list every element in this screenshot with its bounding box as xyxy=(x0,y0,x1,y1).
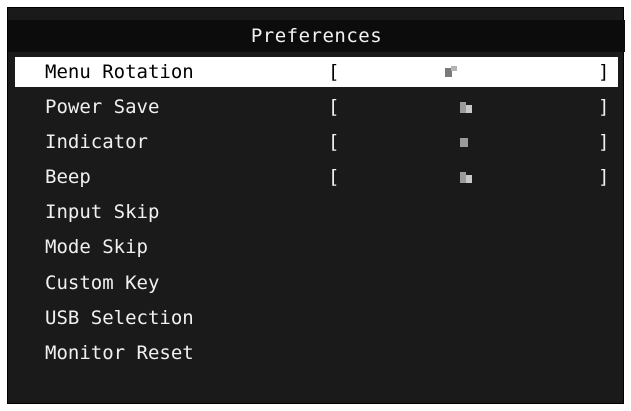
menu-item-label: Input Skip xyxy=(45,201,160,223)
menu-title: Preferences xyxy=(8,20,625,52)
menu-item-label: USB Selection xyxy=(45,307,194,329)
menu-item-label: Beep xyxy=(45,166,91,188)
value-bracket-open: [ xyxy=(328,61,340,83)
menu-item-power-save[interactable]: Power Save [ ] xyxy=(15,92,618,122)
pixelated-status-icon xyxy=(460,171,473,184)
value-bracket-close: ] xyxy=(598,61,610,83)
menu-item-label: Monitor Reset xyxy=(45,342,194,364)
menu-item-custom-key[interactable]: Custom Key xyxy=(15,268,618,298)
menu-item-indicator[interactable]: Indicator [ ] xyxy=(15,127,618,157)
menu-item-monitor-reset[interactable]: Monitor Reset xyxy=(15,338,618,368)
value-bracket-close: ] xyxy=(598,166,610,188)
menu-item-label: Custom Key xyxy=(45,272,160,294)
pixelated-status-icon xyxy=(445,66,458,79)
menu-item-label: Menu Rotation xyxy=(45,61,194,83)
value-bracket-close: ] xyxy=(598,131,610,153)
menu-item-menu-rotation[interactable]: Menu Rotation [ ] xyxy=(15,57,618,87)
menu-item-label: Indicator xyxy=(45,131,148,153)
menu-item-label: Mode Skip xyxy=(45,236,148,258)
pixelated-status-icon xyxy=(460,136,473,149)
pixelated-status-icon xyxy=(460,101,473,114)
value-bracket-open: [ xyxy=(328,131,340,153)
value-bracket-close: ] xyxy=(598,96,610,118)
menu-item-beep[interactable]: Beep [ ] xyxy=(15,162,618,192)
menu-item-input-skip[interactable]: Input Skip xyxy=(15,197,618,227)
value-bracket-open: [ xyxy=(328,96,340,118)
preferences-osd-panel: Preferences Menu Rotation [ ] Power Save… xyxy=(7,7,625,404)
value-bracket-open: [ xyxy=(328,166,340,188)
menu-item-usb-selection[interactable]: USB Selection xyxy=(15,303,618,333)
menu-item-label: Power Save xyxy=(45,96,160,118)
menu-item-mode-skip[interactable]: Mode Skip xyxy=(15,232,618,262)
